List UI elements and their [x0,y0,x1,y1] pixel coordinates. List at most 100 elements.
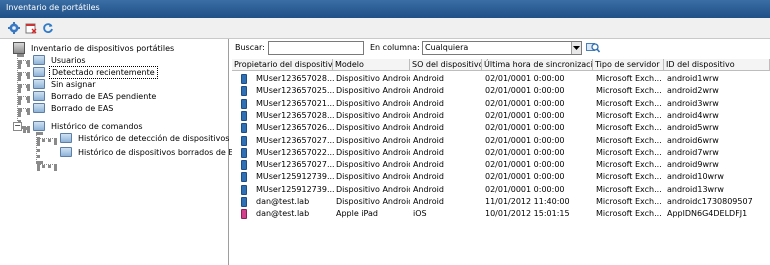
cell-model: Dispositivo Android [336,136,410,145]
table-row[interactable]: dan@test.lab Apple iPad iOS 10/01/2012 15:0… [232,208,770,220]
phone-icon [241,99,247,109]
cell-os: Android [413,197,444,206]
tree-item-historico-borrados[interactable]: Histórico de dispositivos borrados de EA… [60,146,246,158]
cell-os: Android [413,111,444,120]
tree-item-usuarios[interactable]: Usuarios [33,54,88,66]
search-input[interactable] [268,41,364,55]
cell-os: Android [413,99,444,108]
cell-os: Android [413,136,444,145]
tree-item-historico-deteccion[interactable]: Histórico de detección de dispositivos [60,132,231,144]
tree-guide [17,54,21,129]
column-header-model[interactable]: Modelo [333,59,410,71]
toolbar [0,18,770,39]
tree-item-borrado-eas[interactable]: Borrado de EAS [33,102,115,114]
tree-branch [18,72,30,76]
cell-os: Android [413,123,444,132]
cell-model: Dispositivo Android [336,99,410,108]
phone-icon [241,148,247,158]
table-row[interactable]: MUser123657022... Dispositivo Android Andr… [232,147,770,159]
table-row[interactable]: MUser123657028... Dispositivo Android Andr… [232,73,770,85]
column-header-last-sync[interactable]: Última hora de sincronización [482,59,593,71]
tree-item-historico-comandos[interactable]: Histórico de comandos [33,120,145,132]
phone-icon [241,111,247,121]
tree-item-label: Usuarios [51,55,86,65]
cell-device-id: android4wrw [667,111,719,120]
phone-icon [241,185,247,195]
cell-server-type: Microsoft Exch... [596,160,662,169]
cell-last-sync: 02/01/0001 0:00:00 [485,136,565,145]
tree-root[interactable]: Inventario de dispositivos portátiles [13,42,176,54]
table-row[interactable]: MUser123657026... Dispositivo Android Andr… [232,122,770,134]
table-row[interactable]: MUser125912739... Dispositivo Android Andr… [232,171,770,183]
search-label: Buscar: [235,43,265,52]
cell-model: Dispositivo Android [336,123,410,132]
cell-os: Android [413,185,444,194]
settings-icon[interactable] [8,22,20,34]
phone-icon [241,123,247,133]
window-title-bar: Inventario de portátiles [0,0,770,18]
cell-device-id: android7wrw [667,148,719,157]
column-header-owner[interactable]: Propietario del dispositivo [232,59,333,71]
device-tree: Inventario de dispositivos portátiles Us… [0,39,244,265]
chevron-down-icon[interactable] [571,42,581,54]
cell-os: Android [413,86,444,95]
table-row[interactable]: MUser125912739... Dispositivo Android Andr… [232,184,770,196]
cell-os: Android [413,160,444,169]
column-header-server-type[interactable]: Tipo de servidor [593,59,664,71]
refresh-icon[interactable] [42,22,54,34]
table-row[interactable]: MUser123657028... Dispositivo Android Andr… [232,110,770,122]
cell-server-type: Microsoft Exch... [596,99,662,108]
tree-item-borrado-eas-pendiente[interactable]: Borrado de EAS pendiente [33,90,158,102]
cell-owner: dan@test.lab [256,197,310,206]
cell-server-type: Microsoft Exch... [596,209,662,218]
tree-item-label: Detectado recientemente [49,65,158,79]
devices-table: Propietario del dispositivo Modelo SO de… [232,59,770,265]
folder-icon [60,133,72,143]
window-title: Inventario de portátiles [6,3,100,12]
table-row[interactable]: MUser123657027... Dispositivo Android Andr… [232,159,770,171]
cell-device-id: android1wrw [667,74,719,83]
cell-last-sync: 02/01/0001 0:00:00 [485,86,565,95]
phone-icon [241,160,247,170]
cell-last-sync: 02/01/0001 0:00:00 [485,99,565,108]
folder-icon [33,91,45,101]
cell-server-type: Microsoft Exch... [596,111,662,120]
folder-icon [33,67,45,77]
folder-icon [33,55,45,65]
tree-item-detectado-recientemente[interactable]: Detectado recientemente [33,65,158,79]
column-header-os[interactable]: SO del dispositivo [410,59,482,71]
tree-item-sin-asignar[interactable]: Sin asignar [33,78,98,90]
column-label: En columna: [370,43,420,52]
tree-branch [18,84,30,88]
cell-server-type: Microsoft Exch... [596,74,662,83]
calendar-delete-icon[interactable] [25,22,37,34]
table-row[interactable]: MUser123657025... Dispositivo Android Andr… [232,85,770,97]
phone-icon [241,197,247,207]
tree-branch [18,96,30,100]
folder-icon [33,121,45,131]
cell-os: Android [413,74,444,83]
tree-guide-child [36,132,40,164]
cell-server-type: Microsoft Exch... [596,172,662,181]
tree-item-label: Borrado de EAS pendiente [51,91,157,101]
cell-os: Android [413,172,444,181]
cell-last-sync: 02/01/0001 0:00:00 [485,74,565,83]
column-select[interactable]: Cualquiera [422,41,582,55]
cell-owner: MUser123657027... [256,160,334,169]
cell-device-id: android10wrw [667,172,724,181]
cell-last-sync: 02/01/0001 0:00:00 [485,123,565,132]
cell-owner: MUser123657025... [256,86,334,95]
cell-device-id: ApplDN6G4DELDFJ1 [667,209,748,218]
cell-os: Android [413,148,444,157]
tree-root-label: Inventario de dispositivos portátiles [31,43,175,53]
search-go-icon[interactable] [586,41,601,54]
cell-last-sync: 02/01/0001 0:00:00 [485,160,565,169]
table-row[interactable]: dan@test.lab Dispositivo Android Android 11… [232,196,770,208]
collapse-toggle[interactable]: − [13,122,22,131]
column-header-device-id[interactable]: ID del dispositivo [664,59,770,71]
table-row[interactable]: MUser123657027... Dispositivo Android Andr… [232,135,770,147]
table-row[interactable]: MUser123657021... Dispositivo Android Andr… [232,98,770,110]
cell-device-id: android3wrw [667,99,719,108]
cell-device-id: android6wrw [667,136,719,145]
search-bar: Buscar: En columna: Cualquiera [232,41,770,56]
